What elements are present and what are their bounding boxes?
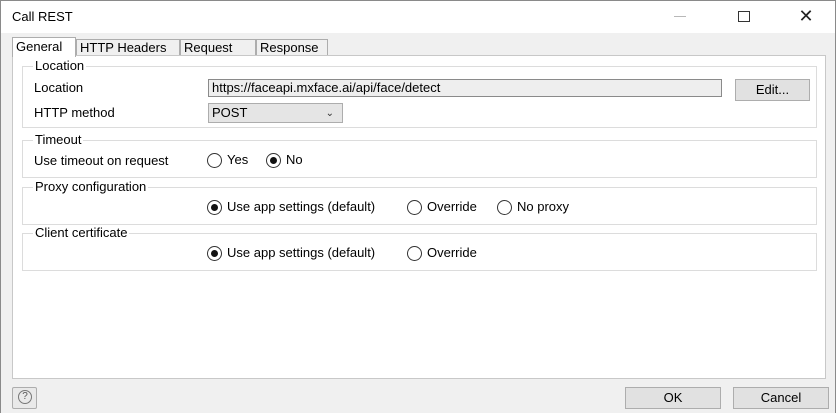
cancel-button[interactable]: Cancel	[733, 387, 829, 409]
close-icon: ✕	[798, 6, 814, 26]
ok-button[interactable]: OK	[625, 387, 721, 409]
client-certificate-group-title: Client certificate	[33, 225, 130, 241]
cert-app-settings-radio[interactable]: Use app settings (default)	[207, 245, 375, 261]
use-timeout-label: Use timeout on request	[34, 153, 169, 168]
radio-unchecked-icon	[407, 199, 422, 215]
help-icon: ?	[18, 390, 32, 404]
radio-unchecked-icon	[407, 245, 422, 261]
button-bar: ? OK Cancel	[1, 381, 835, 413]
window-title: Call REST	[12, 9, 73, 24]
minimize-icon	[674, 16, 686, 17]
client-certificate-group: Client certificate Use app settings (def…	[22, 225, 817, 271]
timeout-group: Timeout Use timeout on request Yes No	[22, 132, 817, 178]
close-button[interactable]: ✕	[783, 1, 829, 33]
proxy-group-title: Proxy configuration	[33, 179, 149, 195]
radio-unchecked-icon	[497, 199, 512, 215]
tab-response[interactable]: Response	[256, 39, 328, 56]
location-group-title: Location	[33, 58, 87, 74]
location-label: Location	[34, 80, 84, 95]
timeout-yes-radio[interactable]: Yes	[207, 152, 248, 168]
radio-checked-icon	[266, 152, 281, 168]
maximize-button[interactable]	[721, 1, 767, 33]
proxy-no-proxy-radio[interactable]: No proxy	[497, 199, 569, 215]
location-group: Location Location https://faceapi.mxface…	[22, 58, 817, 128]
proxy-group: Proxy configuration Use app settings (de…	[22, 179, 817, 225]
title-bar: Call REST ✕	[1, 1, 835, 33]
location-url-field[interactable]: https://faceapi.mxface.ai/api/face/detec…	[208, 79, 722, 97]
tab-http-headers[interactable]: HTTP Headers	[76, 39, 180, 56]
maximize-icon	[738, 11, 750, 22]
chevron-down-icon: ⌄	[325, 108, 334, 119]
http-method-select[interactable]: POST ⌄	[208, 103, 343, 123]
proxy-no-proxy-label: No proxy	[517, 199, 570, 214]
timeout-group-title: Timeout	[33, 132, 84, 148]
http-method-value: POST	[212, 105, 248, 120]
proxy-override-radio[interactable]: Override	[407, 199, 477, 215]
timeout-no-radio[interactable]: No	[266, 152, 303, 168]
cert-override-label: Override	[427, 245, 477, 260]
proxy-app-settings-radio[interactable]: Use app settings (default)	[207, 199, 375, 215]
tab-general[interactable]: General	[12, 37, 76, 57]
radio-unchecked-icon	[207, 152, 222, 168]
timeout-no-label: No	[286, 152, 303, 167]
proxy-override-label: Override	[427, 199, 477, 214]
minimize-button[interactable]	[657, 1, 703, 33]
http-method-label: HTTP method	[34, 105, 115, 120]
general-panel: Location Location https://faceapi.mxface…	[12, 55, 826, 379]
proxy-app-settings-label: Use app settings (default)	[227, 199, 376, 214]
radio-checked-icon	[207, 245, 222, 261]
tab-request[interactable]: Request	[180, 39, 256, 56]
radio-checked-icon	[207, 199, 222, 215]
cert-app-settings-label: Use app settings (default)	[227, 245, 376, 260]
timeout-yes-label: Yes	[227, 152, 249, 167]
call-rest-dialog: Call REST ✕ General HTTP Headers Request…	[0, 0, 836, 413]
edit-location-button[interactable]: Edit...	[735, 79, 810, 101]
cert-override-radio[interactable]: Override	[407, 245, 477, 261]
help-button[interactable]: ?	[12, 387, 37, 409]
